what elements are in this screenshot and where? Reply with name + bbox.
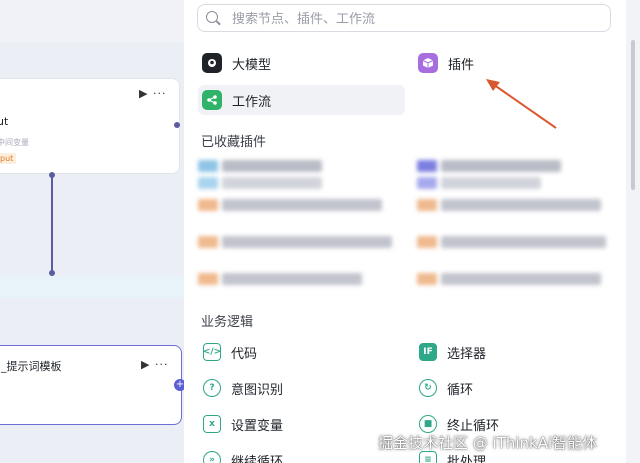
scrollbar-thumb[interactable] [631,40,635,190]
menu-item-label: 选择器 [447,346,487,362]
node-actions[interactable]: ▶ ··· [141,358,168,371]
favorite-plugin-item[interactable] [417,177,567,191]
section-heading-favorites: 已收藏插件 [201,135,267,150]
menu-item-label: 继续循环 [231,454,284,463]
menu-item-intent[interactable]: ? 意图识别 [198,373,394,403]
menu-item-label: 设置变量 [231,418,284,434]
menu-item-set-variable[interactable]: x 设置变量 [198,409,394,439]
menu-item-continue-loop[interactable]: » 继续循环 [198,445,394,463]
node-title: _提示词模板 [1,360,62,373]
favorite-plugin-item[interactable] [198,177,328,191]
set-variable-icon: x [203,415,221,433]
node-picker-panel: 大模型 插件 工作流 已收藏插件 [184,0,626,463]
favorite-plugin-item[interactable] [198,236,392,250]
favorite-plugin-item[interactable] [417,236,607,250]
menu-item-code[interactable]: </> 代码 [198,337,394,367]
node-title: ut [0,115,9,128]
favorite-plugin-item[interactable] [417,199,607,213]
menu-item-selector[interactable]: IF 选择器 [414,337,610,367]
watermark-text: 掘金技术社区 @ iThinkAi智能体 [378,434,598,452]
menu-item-label: 循环 [447,382,474,398]
node-actions[interactable]: ▶ ··· [139,87,166,100]
favorite-plugin-item[interactable] [417,273,607,287]
menu-item-label: 意图识别 [231,382,284,398]
node-subtitle: 中间变量 [0,138,29,147]
favorite-plugin-item[interactable] [198,160,328,174]
favorite-plugin-item[interactable] [417,160,567,174]
loop-icon: ↻ [419,379,437,397]
intent-icon: ? [203,379,221,397]
workflow-node-prompt-template[interactable]: _提示词模板 ▶ ··· [0,345,182,425]
canvas-highlight-band [0,276,184,298]
favorite-plugin-item[interactable] [198,273,368,287]
code-icon: </> [203,343,221,361]
connector-line [51,175,53,273]
canvas-top-area [0,0,184,42]
connector-dot-bottom[interactable] [49,270,55,276]
node-output-port[interactable] [174,122,180,128]
workflow-canvas[interactable]: ▶ ··· ut 中间变量 put _提示词模板 ▶ ··· [0,0,184,463]
menu-item-label: 终止循环 [447,418,500,434]
menu-item-loop[interactable]: ↻ 循环 [414,373,610,403]
continue-loop-icon: » [203,451,221,463]
stop-loop-icon: ■ [419,415,437,433]
selector-icon: IF [419,343,437,361]
favorite-plugin-item[interactable] [198,199,388,213]
menu-item-label: 代码 [231,346,258,362]
section-heading-business-logic: 业务逻辑 [201,315,254,330]
workflow-node-input[interactable]: ▶ ··· ut 中间变量 put [0,78,180,174]
node-output-tag: put [0,153,17,164]
